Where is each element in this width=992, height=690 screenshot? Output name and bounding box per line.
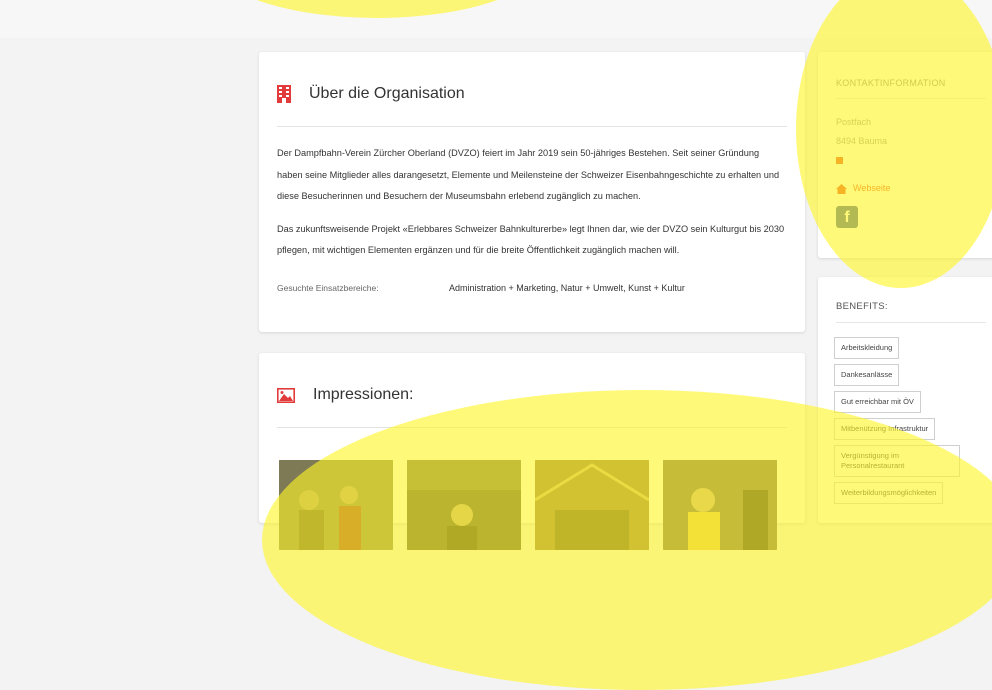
- image-icon: [277, 387, 295, 403]
- gallery-photo-3[interactable]: [535, 460, 649, 550]
- benefit-badge: Mitbenützung Infrastruktur: [834, 418, 936, 440]
- page-top-band: [0, 0, 992, 38]
- impressions-card: Impressionen:: [259, 353, 805, 550]
- about-organisation-card: Über die Organisation Der Dampfbahn-Vere…: [259, 52, 805, 332]
- home-icon: [836, 183, 847, 194]
- benefit-badge: Arbeitskleidung: [834, 337, 900, 359]
- map-marker-icon[interactable]: [836, 157, 843, 164]
- organisation-description: Der Dampfbahn-Verein Zürcher Oberland (D…: [259, 127, 805, 262]
- sought-areas-value: Administration + Marketing, Natur + Umwe…: [449, 282, 685, 293]
- description-paragraph-2: Das zukunftsweisende Projekt «Erlebbares…: [277, 223, 785, 256]
- gallery-photo-4[interactable]: [663, 460, 777, 550]
- benefits-list: Arbeitskleidung Dankesanlässe Gut erreic…: [818, 323, 992, 509]
- contact-title: KONTAKTINFORMATION: [836, 78, 946, 88]
- address-line-2: 8494 Bauma: [836, 136, 888, 146]
- building-icon: [277, 85, 291, 103]
- website-link[interactable]: Webseite: [836, 179, 986, 198]
- sought-areas-label: Gesuchte Einsatzbereiche:: [277, 282, 379, 293]
- benefit-badge: Weiterbildungsmöglichkeiten: [834, 482, 944, 504]
- description-paragraph-1: Der Dampfbahn-Verein Zürcher Oberland (D…: [277, 148, 780, 201]
- gallery-photo-2[interactable]: [407, 460, 521, 550]
- benefits-card: BENEFITS: Arbeitskleidung Dankesanlässe …: [818, 277, 992, 523]
- address-line-1: Postfach: [836, 117, 872, 127]
- website-label: Webseite: [853, 183, 891, 193]
- contact-card: KONTAKTINFORMATION Postfach 8494 Bauma W…: [818, 52, 992, 258]
- benefit-badge: Vergünstigung im Personalrestaurant: [834, 445, 960, 477]
- benefit-badge: Dankesanlässe: [834, 364, 900, 386]
- benefits-title: BENEFITS:: [836, 301, 888, 312]
- about-organisation-title: Über die Organisation: [309, 85, 465, 102]
- impressions-title: Impressionen:: [313, 386, 414, 403]
- facebook-icon[interactable]: f: [836, 206, 858, 228]
- impressions-gallery: [259, 428, 805, 550]
- gallery-photo-1[interactable]: [279, 460, 393, 550]
- benefit-badge: Gut erreichbar mit ÖV: [834, 391, 921, 413]
- sought-areas-row: Gesuchte Einsatzbereiche: Administration…: [259, 273, 805, 303]
